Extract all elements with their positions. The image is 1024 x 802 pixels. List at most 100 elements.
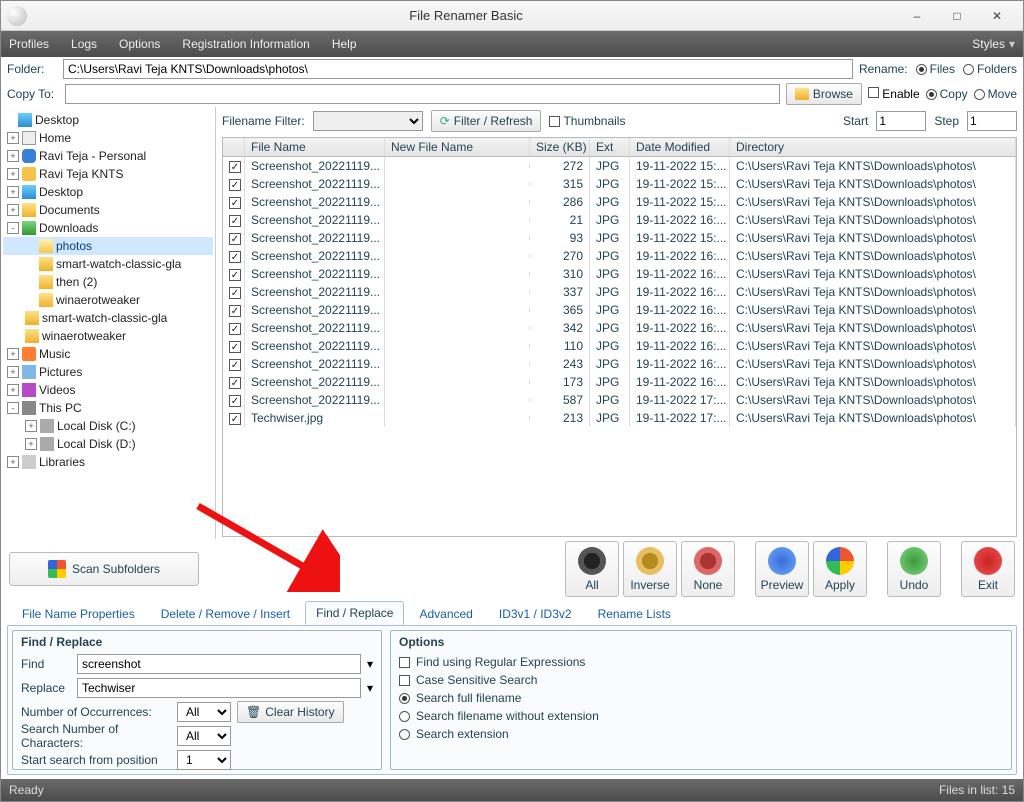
tree-smartwatch[interactable]: smart-watch-classic-gla <box>3 255 213 273</box>
opt-case[interactable]: Case Sensitive Search <box>399 671 1003 689</box>
tree-pictures[interactable]: +Pictures <box>3 363 213 381</box>
col-size[interactable]: Size (KB) <box>530 138 590 156</box>
opt-full-filename[interactable]: Search full filename <box>399 689 1003 707</box>
col-directory[interactable]: Directory <box>730 138 1016 156</box>
table-row[interactable]: ✓ Screenshot_20221119... 337 JPG 19-11-2… <box>223 283 1016 301</box>
col-newfilename[interactable]: New File Name <box>385 138 530 156</box>
undo-button[interactable]: Undo <box>887 541 941 597</box>
table-row[interactable]: ✓ Screenshot_20221119... 310 JPG 19-11-2… <box>223 265 1016 283</box>
tree-personal[interactable]: +Ravi Teja - Personal <box>3 147 213 165</box>
num-occurrences-select[interactable]: All <box>177 702 231 722</box>
filename-filter-select[interactable] <box>313 111 423 131</box>
tab-file-name-properties[interactable]: File Name Properties <box>11 602 146 625</box>
table-row[interactable]: ✓ Screenshot_20221119... 587 JPG 19-11-2… <box>223 391 1016 409</box>
file-grid[interactable]: File Name New File Name Size (KB) Ext Da… <box>222 137 1017 537</box>
opt-regex[interactable]: Find using Regular Expressions <box>399 653 1003 671</box>
menu-options[interactable]: Options <box>119 37 160 51</box>
tree-smartwatch2[interactable]: smart-watch-classic-gla <box>3 309 213 327</box>
row-checkbox[interactable]: ✓ <box>229 413 241 425</box>
tree-libraries[interactable]: +Libraries <box>3 453 213 471</box>
table-row[interactable]: ✓ Techwiser.jpg 213 JPG 19-11-2022 17:..… <box>223 409 1016 427</box>
radio-move[interactable]: Move <box>974 87 1017 101</box>
start-pos-select[interactable]: 1 <box>177 750 231 770</box>
radio-files[interactable]: Files <box>916 62 955 76</box>
folder-tree[interactable]: Desktop +Home +Ravi Teja - Personal +Rav… <box>1 107 216 539</box>
dropdown-icon[interactable]: ▾ <box>367 657 373 671</box>
tree-then[interactable]: then (2) <box>3 273 213 291</box>
table-row[interactable]: ✓ Screenshot_20221119... 243 JPG 19-11-2… <box>223 355 1016 373</box>
tab-advanced[interactable]: Advanced <box>408 602 483 625</box>
tab-id3[interactable]: ID3v1 / ID3v2 <box>488 602 583 625</box>
radio-folders[interactable]: Folders <box>963 62 1017 76</box>
table-row[interactable]: ✓ Screenshot_20221119... 21 JPG 19-11-20… <box>223 211 1016 229</box>
table-row[interactable]: ✓ Screenshot_20221119... 315 JPG 19-11-2… <box>223 175 1016 193</box>
row-checkbox[interactable]: ✓ <box>229 305 241 317</box>
tab-delete-remove-insert[interactable]: Delete / Remove / Insert <box>150 602 301 625</box>
apply-button[interactable]: Apply <box>813 541 867 597</box>
col-ext[interactable]: Ext <box>590 138 630 156</box>
table-row[interactable]: ✓ Screenshot_20221119... 286 JPG 19-11-2… <box>223 193 1016 211</box>
minimize-button[interactable]: – <box>897 4 937 28</box>
row-checkbox[interactable]: ✓ <box>229 161 241 173</box>
tree-desktop2[interactable]: +Desktop <box>3 183 213 201</box>
row-checkbox[interactable]: ✓ <box>229 233 241 245</box>
row-checkbox[interactable]: ✓ <box>229 359 241 371</box>
tree-music[interactable]: +Music <box>3 345 213 363</box>
select-none-button[interactable]: None <box>681 541 735 597</box>
close-button[interactable]: ✕ <box>977 4 1017 28</box>
row-checkbox[interactable]: ✓ <box>229 287 241 299</box>
enable-checkbox[interactable]: Enable <box>868 87 920 101</box>
menu-profiles[interactable]: Profiles <box>9 37 49 51</box>
row-checkbox[interactable]: ✓ <box>229 197 241 209</box>
select-inverse-button[interactable]: Inverse <box>623 541 677 597</box>
table-row[interactable]: ✓ Screenshot_20221119... 93 JPG 19-11-20… <box>223 229 1016 247</box>
clear-history-button[interactable]: 🗑Clear History <box>237 701 344 723</box>
maximize-button[interactable]: □ <box>937 4 977 28</box>
tree-drive-c[interactable]: +Local Disk (C:) <box>3 417 213 435</box>
thumbnails-checkbox[interactable]: Thumbnails <box>549 114 625 128</box>
tree-winaero2[interactable]: winaerotweaker <box>3 327 213 345</box>
browse-button[interactable]: Browse <box>786 83 862 105</box>
row-checkbox[interactable]: ✓ <box>229 179 241 191</box>
tree-home[interactable]: +Home <box>3 129 213 147</box>
menu-help[interactable]: Help <box>332 37 357 51</box>
step-input[interactable] <box>967 111 1017 131</box>
table-row[interactable]: ✓ Screenshot_20221119... 342 JPG 19-11-2… <box>223 319 1016 337</box>
preview-button[interactable]: Preview <box>755 541 809 597</box>
table-row[interactable]: ✓ Screenshot_20221119... 110 JPG 19-11-2… <box>223 337 1016 355</box>
start-input[interactable] <box>876 111 926 131</box>
table-row[interactable]: ✓ Screenshot_20221119... 270 JPG 19-11-2… <box>223 247 1016 265</box>
copyto-input[interactable] <box>65 84 780 104</box>
folder-path-input[interactable] <box>63 59 853 79</box>
row-checkbox[interactable]: ✓ <box>229 323 241 335</box>
table-row[interactable]: ✓ Screenshot_20221119... 272 JPG 19-11-2… <box>223 157 1016 175</box>
row-checkbox[interactable]: ✓ <box>229 395 241 407</box>
tab-rename-lists[interactable]: Rename Lists <box>587 602 682 625</box>
scan-subfolders-button[interactable]: Scan Subfolders <box>9 552 199 586</box>
tree-winaero[interactable]: winaerotweaker <box>3 291 213 309</box>
tree-desktop[interactable]: Desktop <box>3 111 213 129</box>
col-filename[interactable]: File Name <box>245 138 385 156</box>
tree-thispc[interactable]: -This PC <box>3 399 213 417</box>
menu-styles[interactable]: Styles <box>972 37 1005 51</box>
tab-find-replace[interactable]: Find / Replace <box>305 601 404 625</box>
col-modified[interactable]: Date Modified <box>630 138 730 156</box>
table-row[interactable]: ✓ Screenshot_20221119... 365 JPG 19-11-2… <box>223 301 1016 319</box>
row-checkbox[interactable]: ✓ <box>229 341 241 353</box>
tree-drive-d[interactable]: +Local Disk (D:) <box>3 435 213 453</box>
row-checkbox[interactable]: ✓ <box>229 377 241 389</box>
menu-registration[interactable]: Registration Information <box>182 37 309 51</box>
dropdown-icon[interactable]: ▾ <box>367 681 373 695</box>
menu-logs[interactable]: Logs <box>71 37 97 51</box>
row-checkbox[interactable]: ✓ <box>229 215 241 227</box>
row-checkbox[interactable]: ✓ <box>229 269 241 281</box>
tree-videos[interactable]: +Videos <box>3 381 213 399</box>
find-input[interactable] <box>77 654 361 674</box>
tree-photos[interactable]: photos <box>3 237 213 255</box>
search-chars-select[interactable]: All <box>177 726 231 746</box>
select-all-button[interactable]: All <box>565 541 619 597</box>
tree-downloads[interactable]: -Downloads <box>3 219 213 237</box>
replace-input[interactable] <box>77 678 361 698</box>
radio-copy[interactable]: Copy <box>926 87 968 101</box>
tree-documents[interactable]: +Documents <box>3 201 213 219</box>
